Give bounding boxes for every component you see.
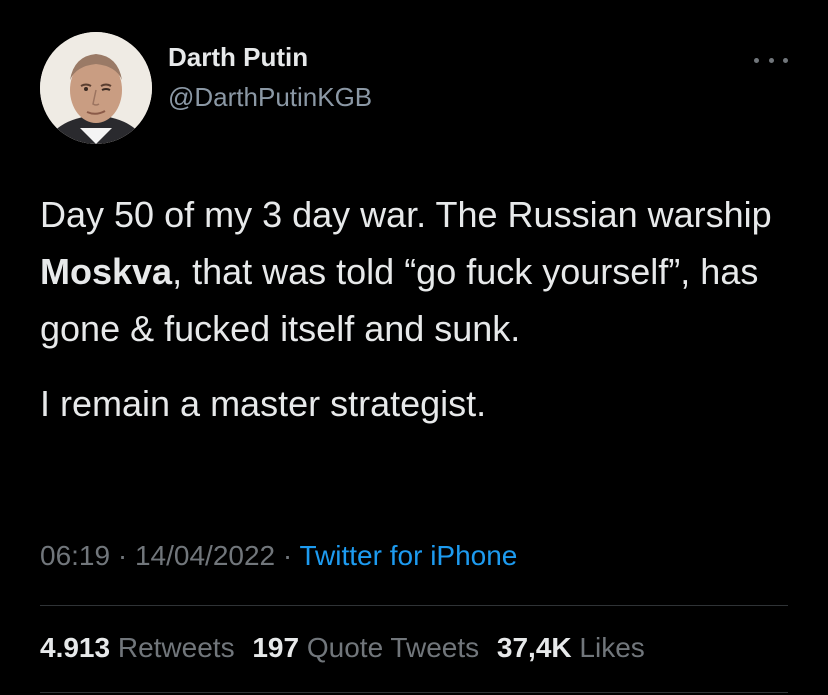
more-dot <box>754 57 759 63</box>
quote-tweets-label: Quote Tweets <box>306 632 480 663</box>
meta-separator: · <box>275 540 300 571</box>
display-name[interactable]: Darth Putin <box>168 42 308 73</box>
retweets-count: 4.913 <box>40 632 111 663</box>
tweet-meta: 06:19 · 14/04/2022 · Twitter for iPhone <box>40 540 517 572</box>
more-dot <box>768 57 774 63</box>
avatar[interactable] <box>40 32 152 144</box>
tweet-paragraph-1: Day 50 of my 3 day war. The Russian wars… <box>40 186 800 357</box>
profile-photo-icon <box>40 32 152 144</box>
tweet-source-link[interactable]: Twitter for iPhone <box>300 540 518 571</box>
quote-tweets-stat[interactable]: 197 Quote Tweets <box>252 632 479 663</box>
tweet-date[interactable]: 14/04/2022 <box>135 540 275 571</box>
retweets-stat[interactable]: 4.913 Retweets <box>40 632 235 663</box>
tweet-stats: 4.913 Retweets 197 Quote Tweets 37,4K Li… <box>40 632 655 664</box>
divider <box>40 692 788 693</box>
likes-label: Likes <box>579 632 645 663</box>
tweet-text: Day 50 of my 3 day war. The Russian wars… <box>40 186 800 432</box>
likes-count: 37,4K <box>496 632 572 663</box>
user-handle[interactable]: @DarthPutinKGB <box>168 82 372 113</box>
meta-separator: · <box>110 540 135 571</box>
more-dot <box>783 57 788 63</box>
tweet-text-bold: Moskva <box>40 251 173 292</box>
tweet-paragraph-2: I remain a master strategist. <box>40 383 487 424</box>
quote-tweets-count: 197 <box>252 632 300 663</box>
tweet-text-part1: Day 50 of my 3 day war. The Russian wars… <box>40 194 772 235</box>
retweets-label: Retweets <box>117 632 235 663</box>
likes-stat[interactable]: 37,4K Likes <box>497 632 645 663</box>
tweet-time[interactable]: 06:19 <box>40 540 110 571</box>
more-options-icon[interactable] <box>754 50 788 70</box>
divider <box>40 605 788 606</box>
tweet-detail: Darth Putin @DarthPutinKGB Day 50 of my … <box>0 0 828 695</box>
